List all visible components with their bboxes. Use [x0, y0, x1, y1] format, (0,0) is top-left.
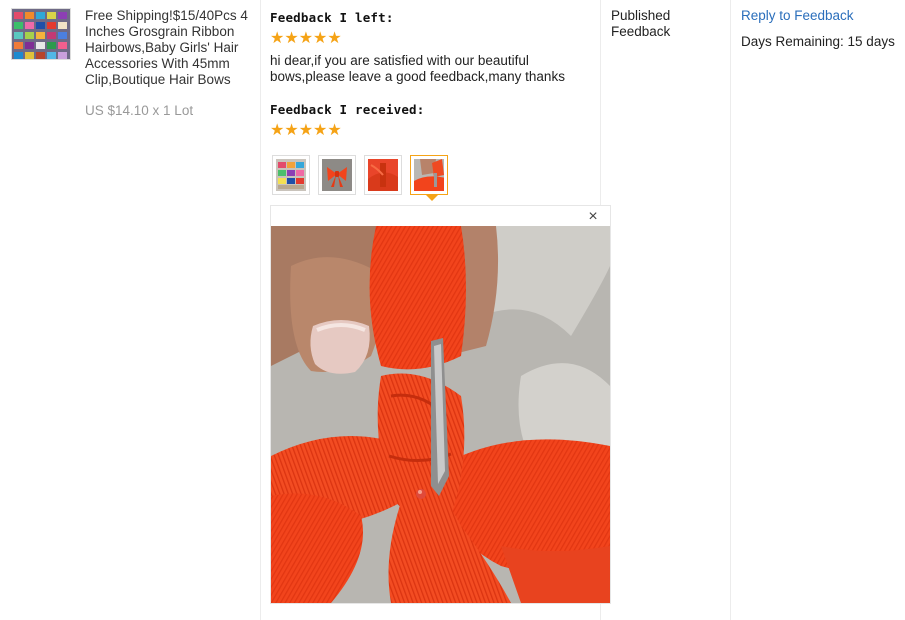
photo-viewer: × [270, 205, 611, 604]
column-divider [260, 0, 261, 620]
close-icon[interactable]: × [586, 209, 600, 225]
product-title[interactable]: Free Shipping!$15/40Pcs 4 Inches Grosgra… [85, 8, 255, 88]
days-remaining: Days Remaining: 15 days [741, 34, 895, 49]
column-divider [730, 0, 731, 620]
feedback-photo-thumbnail-selected[interactable] [410, 155, 448, 195]
feedback-received-heading: Feedback I received: [270, 102, 425, 117]
feedback-left-stars: ★★★★★ [270, 30, 342, 47]
feedback-photo-thumbnail[interactable] [272, 155, 310, 195]
feedback-received-stars: ★★★★★ [270, 122, 342, 139]
selected-photo-pointer [426, 195, 438, 201]
feedback-photo-thumbnail[interactable] [318, 155, 356, 195]
product-price: US $14.10 x 1 Lot [85, 103, 194, 118]
reply-to-feedback-link[interactable]: Reply to Feedback [741, 8, 854, 23]
feedback-photo-thumbnail[interactable] [364, 155, 402, 195]
feedback-left-text: hi dear,if you are satisfied with our be… [270, 53, 565, 84]
feedback-status: Published Feedback [611, 8, 671, 39]
product-thumbnail[interactable] [11, 8, 71, 60]
feedback-left-heading: Feedback I left: [270, 10, 394, 25]
feedback-photo-large [271, 226, 610, 603]
